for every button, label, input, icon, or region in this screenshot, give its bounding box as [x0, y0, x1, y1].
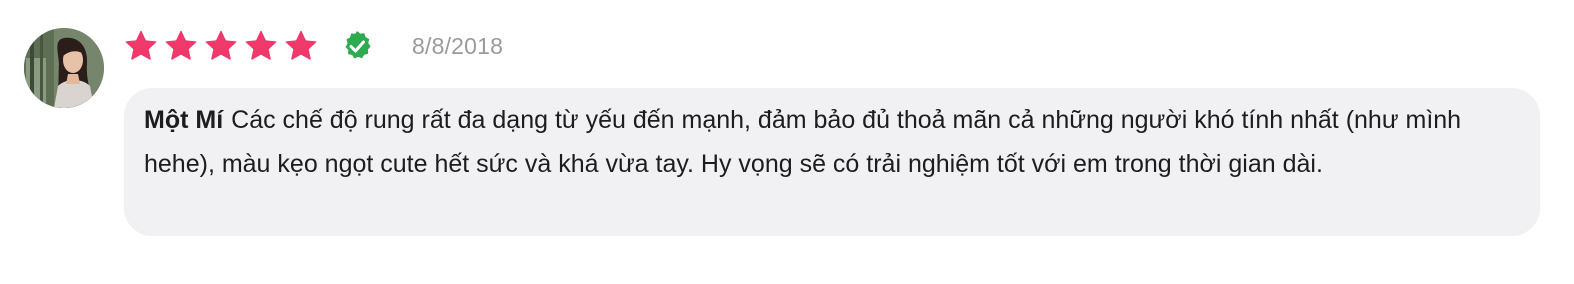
comment-bubble: Một Mí Các chế độ rung rất đa dạng từ yếu…	[124, 88, 1540, 236]
star-icon	[165, 30, 197, 60]
star-icon	[205, 30, 237, 60]
avatar-photo	[24, 28, 104, 108]
review-text: Các chế độ rung rất đa dạng từ yếu đến m…	[144, 106, 1462, 178]
review-card: 8/8/2018 Một Mí Các chế độ rung rất đa dạ…	[0, 0, 1574, 284]
verified-check-icon	[345, 31, 371, 59]
star-icon	[285, 30, 317, 60]
author-name[interactable]: Một Mí	[144, 106, 223, 134]
star-icon	[245, 30, 277, 60]
review-comment: Một Mí Các chế độ rung rất đa dạng từ yếu…	[144, 98, 1520, 186]
star-icon	[125, 30, 157, 60]
avatar[interactable]	[24, 28, 104, 108]
review-meta: 8/8/2018	[124, 28, 503, 64]
review-date: 8/8/2018	[412, 32, 504, 59]
star-rating	[124, 29, 324, 63]
